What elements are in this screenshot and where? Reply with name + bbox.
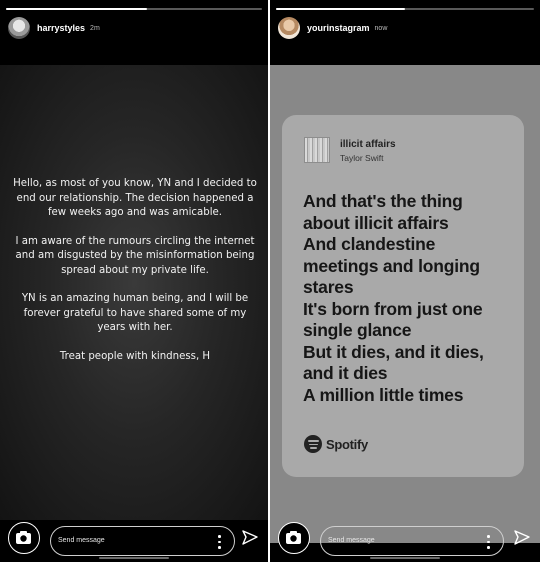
spotify-lyrics-card[interactable]: illicit affairs Taylor Swift And that's … (282, 115, 524, 477)
album-art (304, 137, 330, 163)
avatar[interactable] (8, 17, 30, 39)
statement-paragraph: Treat people with kindness, H (59, 350, 211, 362)
lyric-line: It's born from just one (303, 298, 483, 319)
camera-icon (286, 531, 301, 544)
send-message-placeholder: Send message (328, 537, 375, 544)
send-icon (242, 530, 258, 545)
story-progress-fill (6, 8, 147, 10)
statement-paragraph: I am aware of the rumours circling the i… (15, 235, 255, 276)
story-progress-track (276, 8, 534, 10)
lyric-line: A million little times (303, 384, 464, 405)
lyric-line: But it dies, and it dies, (303, 341, 484, 362)
lyric-line: and it dies (303, 363, 388, 383)
track-artist: Taylor Swift (340, 153, 384, 163)
username[interactable]: harrystyles (37, 23, 85, 33)
story-header: harrystyles 2m (8, 16, 260, 40)
timestamp: 2m (90, 24, 100, 32)
track-title: illicit affairs (340, 139, 396, 150)
more-options-button[interactable] (485, 535, 491, 549)
statement-paragraph: Hello, as most of you know, YN and I dec… (13, 178, 257, 218)
lyrics: And that's the thing about illicit affai… (303, 191, 514, 406)
reply-bar: Send message (0, 522, 268, 562)
reply-bar: Send message (270, 522, 540, 562)
lyric-line: stares (303, 277, 354, 297)
send-message-input[interactable]: Send message (50, 526, 235, 556)
story-progress-track (6, 8, 262, 10)
avatar[interactable] (278, 17, 300, 39)
statement-text: Hello, as most of you know, YN and I dec… (12, 177, 258, 378)
timestamp: now (374, 24, 388, 32)
spotify-logo-icon (304, 435, 322, 453)
story-right[interactable]: yourinstagram now illicit affairs Taylor… (270, 0, 540, 562)
story-content: illicit affairs Taylor Swift And that's … (270, 65, 540, 543)
home-indicator (99, 557, 169, 559)
send-icon (514, 530, 530, 545)
lyric-line: And clandestine (303, 234, 436, 254)
username[interactable]: yourinstagram (307, 23, 370, 33)
lyric-line: And that's the thing (303, 191, 463, 211)
send-message-placeholder: Send message (58, 537, 105, 544)
camera-icon (16, 531, 31, 544)
spotify-logo: Spotify (304, 435, 368, 453)
lyric-line: about illicit affairs (303, 212, 449, 233)
story-progress-fill (276, 8, 405, 10)
spotify-label: Spotify (326, 436, 368, 452)
lyric-line: single glance (303, 320, 412, 340)
camera-button[interactable] (278, 522, 310, 554)
camera-button[interactable] (8, 522, 40, 554)
more-options-button[interactable] (216, 535, 222, 549)
home-indicator (370, 557, 440, 559)
statement-paragraph: YN is an amazing human being, and I will… (21, 293, 249, 333)
lyric-line: meetings and longing (303, 255, 480, 276)
story-header: yourinstagram now (278, 16, 532, 40)
story-content: Hello, as most of you know, YN and I dec… (0, 65, 268, 520)
send-button[interactable] (240, 528, 260, 548)
send-button[interactable] (512, 528, 532, 548)
story-left[interactable]: harrystyles 2m Hello, as most of you kno… (0, 0, 268, 562)
send-message-input[interactable]: Send message (320, 526, 504, 556)
